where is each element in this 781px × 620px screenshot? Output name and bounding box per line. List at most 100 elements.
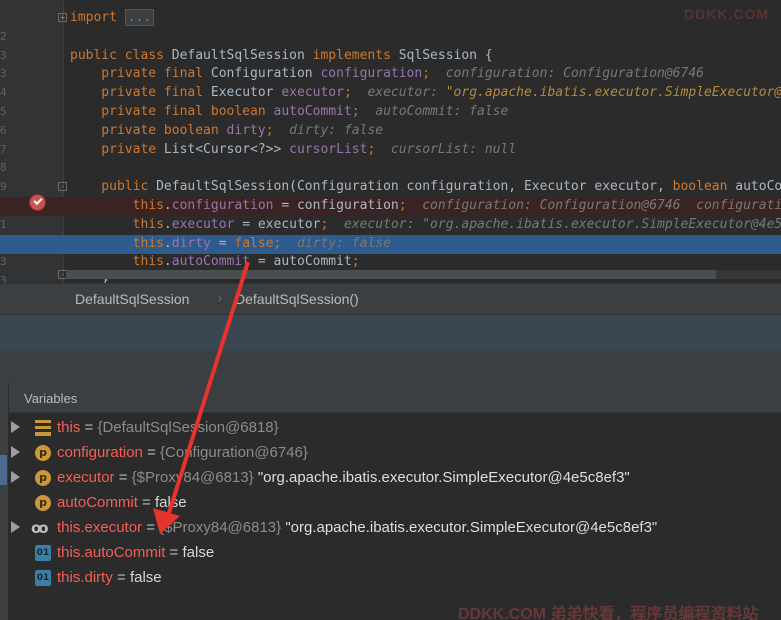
code-line[interactable]: private List<Cursor<?>> cursorList; curs… [0,141,781,160]
horizontal-scrollbar-thumb[interactable] [66,270,716,279]
code-line-text: private List<Cursor<?>> cursorList; curs… [70,142,516,157]
variable-equals: = [80,419,98,436]
code-line-breakpoint[interactable]: this.configuration = configuration; conf… [0,197,781,216]
variable-text: configuration = {Configuration@6746} [57,444,308,461]
fold-marker-icon[interactable]: - [58,182,67,191]
variable-text: this.autoCommit = false [57,544,214,561]
variable-type: {DefaultSqlSession@6818} [97,419,279,436]
variable-row[interactable]: oo this.executor = {$Proxy84@6813} "org.a… [9,516,781,541]
code-token: ; [320,217,344,232]
fold-marker-icon[interactable]: + [58,13,67,22]
variable-text: this.dirty = false [57,569,162,586]
code-token: = configuration [273,198,399,213]
variable-equals: = [112,569,130,586]
code-token: public class [70,48,172,63]
code-line[interactable]: public class DefaultSqlSession implement… [0,47,781,66]
code-token: boolean [672,179,736,194]
expand-arrow-icon[interactable] [11,446,20,458]
variables-panel[interactable]: Variables this = {DefaultSqlSession@6818… [9,383,781,620]
code-line-text: public DefaultSqlSession(Configuration c… [70,179,781,194]
watermark: DDKK.COM 弟弟快看，程序员编程资料站 [458,606,759,620]
variable-row[interactable]: p configuration = {Configuration@6746} [9,441,781,466]
code-token: ; [422,66,446,81]
code-token: false [234,236,274,251]
frames-strip[interactable] [0,383,9,620]
object-icon [35,420,51,436]
expand-arrow-icon[interactable] [11,421,20,433]
code-line-text: private final Configuration configuratio… [70,66,704,81]
code-line[interactable]: private boolean dirty; dirty: false [0,122,781,141]
variable-type: {Configuration@6746} [160,444,308,461]
code-token: List<Cursor<?>> [163,142,290,157]
breadcrumb-item-class[interactable]: DefaultSqlSession [75,291,189,307]
code-token: ; [351,254,360,269]
code-token: DefaultSqlSession [171,48,313,63]
variable-name: this.autoCommit [57,544,166,561]
code-token: private [70,142,164,157]
code-line-text: private final Executor executor; executo… [70,85,781,100]
code-line-text: private final boolean autoCommit; autoCo… [70,104,508,119]
expand-arrow-icon[interactable] [11,471,20,483]
code-line-current-execution[interactable]: this.dirty = false; dirty: false [0,235,781,254]
code-token: autoCommit: false [375,104,509,119]
code-line[interactable]: public DefaultSqlSession(Configuration c… [0,178,781,197]
breakpoint-icon[interactable] [30,195,45,210]
code-line[interactable]: private final Executor executor; executo… [0,84,781,103]
field-icon: p [35,495,51,511]
code-editor[interactable]: 23345678901233 import ...public class De… [0,0,781,283]
code-token: dirty: false [289,123,384,138]
field-icon: p [35,470,51,486]
variable-row[interactable]: 01 this.autoCommit = false [9,541,781,566]
code-token: ; [351,104,376,119]
code-token: ; [367,142,391,157]
code-token: public [70,179,157,194]
code-token: = autoCommit [250,254,352,269]
code-token: DefaultSqlSession(Configuration configur… [156,179,673,194]
frames-strip-marker[interactable] [0,455,7,485]
code-token: ; [343,85,368,100]
code-token: . [163,217,172,232]
variable-name: this.executor [57,519,143,536]
code-token: private final [70,85,211,100]
code-line[interactable]: import ... [0,9,781,28]
code-token: SqlSession { [398,48,493,63]
code-line-text: this.autoCommit = autoCommit; [70,254,360,269]
code-token: autoCommit) { [735,179,781,194]
debug-panel-spacer [0,351,781,383]
breadcrumb-item-method[interactable]: DefaultSqlSession() [235,291,359,307]
code-token: private final boolean [70,104,274,119]
variable-row[interactable]: this = {DefaultSqlSession@6818} [9,416,781,441]
code-line[interactable]: this.executor = executor; executor: "org… [0,216,781,235]
code-token: . [163,198,172,213]
variable-row[interactable]: p autoCommit = false [9,491,781,516]
code-token: this [70,217,164,232]
variable-text: executor = {$Proxy84@6813} "org.apache.i… [57,469,630,486]
code-line[interactable]: private final boolean autoCommit; autoCo… [0,103,781,122]
code-token: dirty [171,236,211,251]
code-line-text: this.configuration = configuration; conf… [70,198,781,213]
variable-string-value: "org.apache.ibatis.executor.SimpleExecut… [281,519,658,536]
code-token: ; [273,236,297,251]
variable-row[interactable]: 01 this.dirty = false [9,566,781,591]
code-token: dirty: false [297,236,391,251]
variable-equals: = [165,544,183,561]
variable-text: autoCommit = false [57,494,187,511]
variable-type: {$Proxy84@6813} [159,519,282,536]
code-line[interactable] [0,159,781,178]
code-token: configuration [320,66,423,81]
code-token: executor [281,85,344,100]
code-line-text: private boolean dirty; dirty: false [70,123,383,138]
variable-row[interactable]: p executor = {$Proxy84@6813} "org.apache.… [9,466,781,491]
code-line[interactable]: private final Configuration configuratio… [0,65,781,84]
variable-equals: = [114,469,132,486]
breadcrumb-separator: › [218,291,222,305]
code-token: "org.apache.ibatis.executor.SimpleExecut… [445,85,781,100]
code-line[interactable] [0,28,781,47]
variable-equals: = [142,444,161,461]
code-token: Configuration [210,66,321,81]
variable-text: this.executor = {$Proxy84@6813} "org.apa… [57,519,657,536]
debug-toolbar[interactable] [0,315,781,351]
code-token: configuration: Configuration@6746 config… [422,198,781,213]
primitive-icon: 01 [35,570,51,586]
expand-arrow-icon[interactable] [11,521,20,533]
